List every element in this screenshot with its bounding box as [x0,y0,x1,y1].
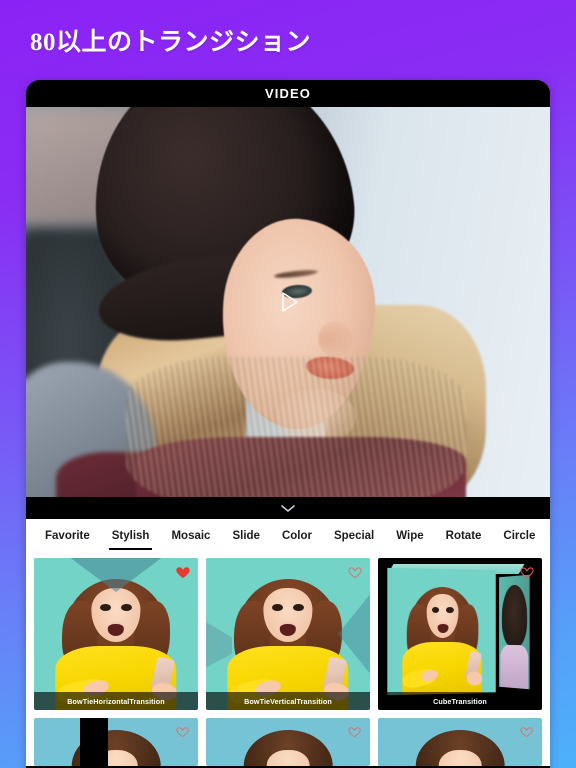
heart-outline-icon[interactable] [347,724,363,740]
tab-slide[interactable]: Slide [221,519,270,552]
transition-name: BowTieVerticalTransition [244,696,332,706]
page-title: 80以上のトランジション [30,29,312,56]
tab-label: Special [333,529,375,542]
tab-label: Slide [232,529,260,542]
play-triangle-icon[interactable] [268,282,308,322]
video-title-bar: VIDEO [26,80,550,107]
tab-color[interactable]: Color [271,519,323,552]
tab-special[interactable]: Special [323,519,385,552]
transition-preview-image [378,558,542,710]
tab-mosaic[interactable]: Mosaic [160,519,221,552]
transition-preview-image [206,558,370,710]
device-frame: VIDEO Favorite Stylish Mosaic Slide Colo… [26,80,550,768]
tab-label: Mosaic [171,529,211,542]
video-preview[interactable] [26,107,550,497]
tab-circle[interactable]: Circle [492,519,546,552]
transition-name: CubeTransition [433,696,487,706]
transition-card[interactable]: CubeTransition [378,558,542,710]
tab-label: Rotate [445,529,482,542]
tab-favorite[interactable]: Favorite [34,519,101,552]
heart-outline-icon[interactable] [519,724,535,740]
transition-grid-row2 [26,710,550,766]
tab-label: Color [281,529,312,542]
tab-label: Favorite [45,529,90,542]
tab-wipe[interactable]: Wipe [385,519,434,552]
tab-label: Stylish [111,529,150,542]
transition-preview-image [34,558,198,710]
transition-name: BowTieHorizontalTransition [67,696,165,706]
tab-label: Circle [503,529,536,542]
chevron-down-icon [281,505,295,512]
transition-caption: CubeTransition [378,692,542,710]
transition-caption: BowTieVerticalTransition [206,692,370,710]
transition-card[interactable] [34,718,198,766]
transition-caption: BowTieHorizontalTransition [34,692,198,710]
heart-filled-icon[interactable] [175,564,191,580]
heart-outline-icon[interactable] [175,724,191,740]
heart-outline-icon[interactable] [519,564,535,580]
transition-grid: BowTieHorizontalTransition BowTieVertica… [26,552,550,710]
tab-rotate[interactable]: Rotate [435,519,493,552]
collapse-panel-button[interactable] [26,497,550,519]
tab-label: Wipe [396,529,424,542]
heart-outline-icon[interactable] [347,564,363,580]
transition-card[interactable] [378,718,542,766]
transition-card[interactable] [206,718,370,766]
transition-card[interactable]: BowTieVerticalTransition [206,558,370,710]
transition-category-tabs[interactable]: Favorite Stylish Mosaic Slide Color Spec… [26,519,550,552]
video-title-label: VIDEO [265,86,311,101]
transition-card[interactable]: BowTieHorizontalTransition [34,558,198,710]
tab-stylish[interactable]: Stylish [101,519,161,552]
